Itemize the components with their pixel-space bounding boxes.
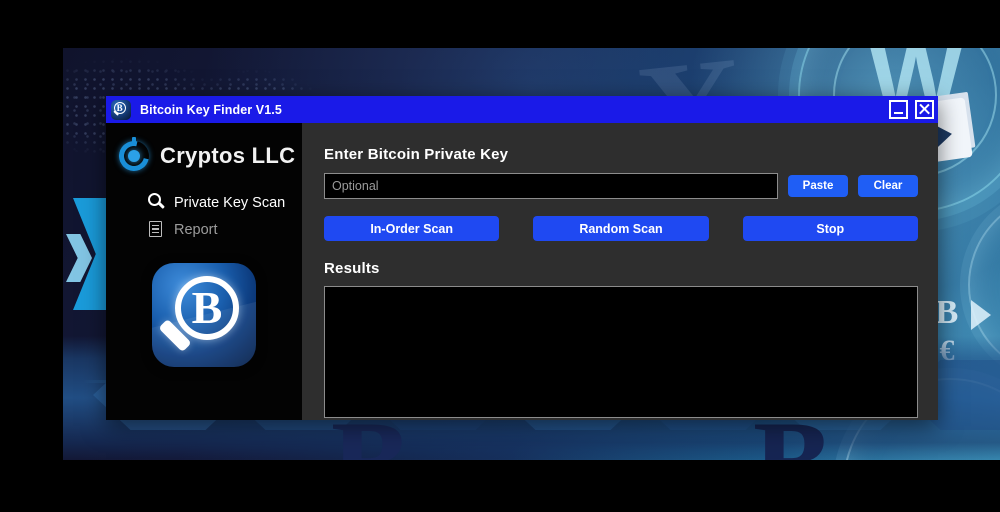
sidebar-item-label: Report bbox=[174, 221, 218, 238]
in-order-scan-button[interactable]: In-Order Scan bbox=[324, 216, 500, 241]
stop-button[interactable]: Stop bbox=[742, 216, 918, 241]
main-panel: Enter Bitcoin Private Key Paste Clear In… bbox=[302, 123, 938, 420]
app-logo-wrap: B bbox=[106, 263, 302, 367]
results-title: Results bbox=[324, 260, 380, 277]
sidebar: Cryptos LLC Private Key Scan Report B bbox=[106, 123, 302, 420]
paste-button[interactable]: Paste bbox=[788, 175, 848, 197]
cryptos-ring-logo-icon bbox=[113, 135, 155, 177]
window-body: Cryptos LLC Private Key Scan Report B En… bbox=[106, 123, 938, 420]
title-bar[interactable]: B Bitcoin Key Finder V1.5 bbox=[106, 96, 938, 123]
search-icon bbox=[147, 193, 166, 212]
wallpaper-arrow-icon bbox=[971, 300, 991, 330]
screen: X W B B € B B bbox=[0, 0, 1000, 512]
bitcoin-magnifier-icon: B bbox=[111, 99, 131, 120]
bitcoin-magnifier-app-icon: B bbox=[152, 263, 256, 367]
application-window: B Bitcoin Key Finder V1.5 Cryptos LLC Pr… bbox=[106, 96, 938, 420]
sidebar-item-private-key-scan[interactable]: Private Key Scan bbox=[147, 189, 302, 216]
document-icon bbox=[147, 220, 166, 239]
key-section-title: Enter Bitcoin Private Key bbox=[324, 146, 509, 163]
sidebar-nav: Private Key Scan Report bbox=[106, 189, 302, 243]
brand: Cryptos LLC bbox=[106, 135, 302, 177]
window-title: Bitcoin Key Finder V1.5 bbox=[140, 102, 282, 117]
close-button[interactable] bbox=[915, 100, 934, 119]
private-key-input[interactable] bbox=[324, 173, 778, 199]
scan-buttons-row: In-Order Scan Random Scan Stop bbox=[324, 216, 918, 241]
sidebar-item-label: Private Key Scan bbox=[174, 194, 286, 211]
brand-name: Cryptos LLC bbox=[160, 143, 296, 168]
minimize-button[interactable] bbox=[889, 100, 908, 119]
results-output[interactable] bbox=[324, 286, 918, 418]
clear-button[interactable]: Clear bbox=[858, 175, 918, 197]
random-scan-button[interactable]: Random Scan bbox=[533, 216, 709, 241]
key-input-row: Paste Clear bbox=[324, 173, 918, 199]
sidebar-item-report[interactable]: Report bbox=[147, 216, 302, 243]
